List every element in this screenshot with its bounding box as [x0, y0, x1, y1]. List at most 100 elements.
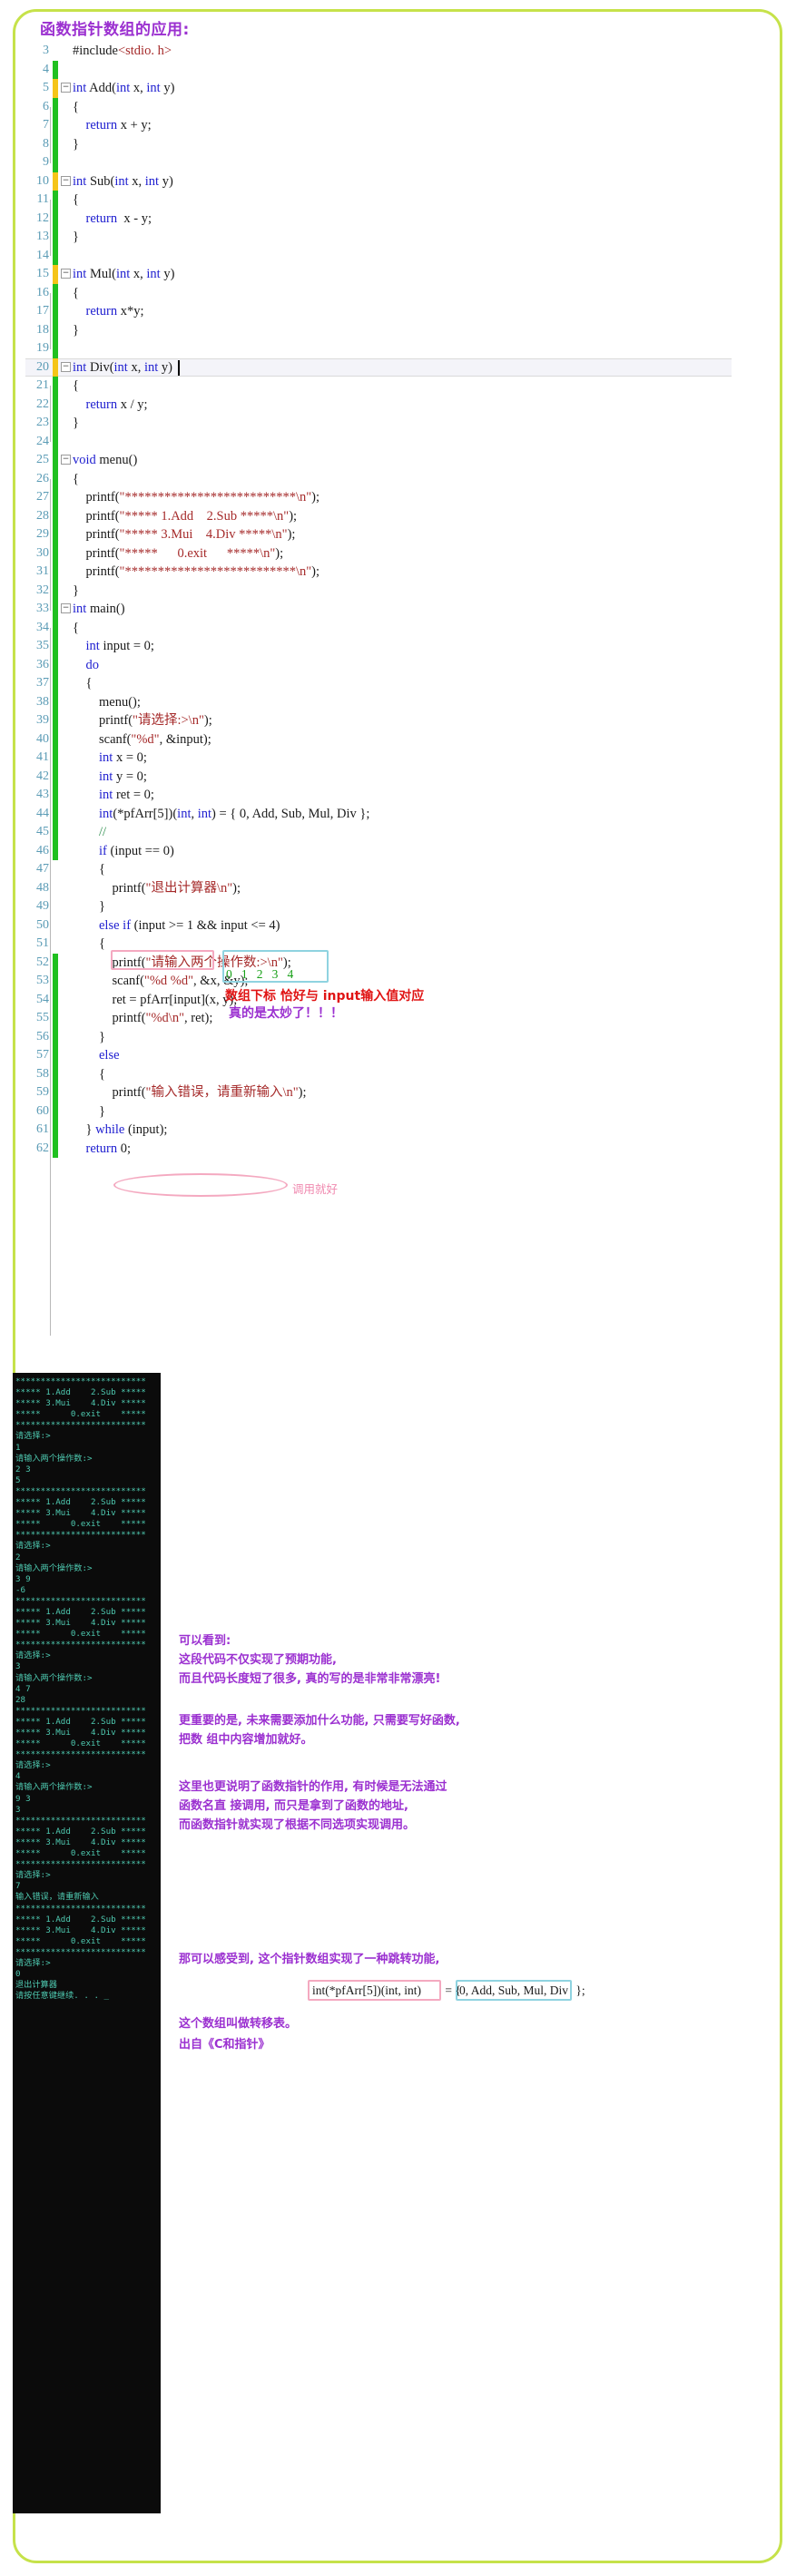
- line-number: 50: [36, 917, 49, 932]
- text-cursor: [178, 359, 180, 376]
- change-indicator-bar: [53, 377, 58, 396]
- code-line[interactable]: 7 return x + y;: [25, 116, 779, 135]
- code-line[interactable]: 55 printf("%d\n", ret);: [25, 1009, 779, 1028]
- code-line[interactable]: 58 {: [25, 1064, 779, 1083]
- console-line: **************************: [15, 1903, 146, 1914]
- code-text: {: [73, 471, 79, 486]
- code-line[interactable]: 20 − int Div(int x, int y): [25, 358, 779, 377]
- code-line[interactable]: 22 return x / y;: [25, 395, 779, 414]
- code-line[interactable]: 14: [25, 246, 779, 265]
- code-line[interactable]: 8}: [25, 134, 779, 153]
- code-line[interactable]: 3 #include<stdio. h>: [25, 42, 779, 61]
- change-indicator-bar: [53, 525, 58, 544]
- code-line[interactable]: 46 if (input == 0): [25, 841, 779, 860]
- code-line[interactable]: 11 {: [25, 191, 779, 210]
- code-line[interactable]: 40 scanf("%d", &input);: [25, 730, 779, 749]
- code-line[interactable]: 59 printf("输入错误，请重新输入\n");: [25, 1083, 779, 1102]
- change-indicator-bar: [53, 655, 58, 674]
- code-line[interactable]: 49 }: [25, 897, 779, 916]
- change-indicator-bar: [53, 730, 58, 749]
- page-title: 函数指针数组的应用:: [40, 21, 190, 39]
- note-just-call: 调用就好: [292, 1182, 339, 1196]
- code-line[interactable]: 45 //: [25, 823, 779, 842]
- code-line[interactable]: 39 printf("请选择:>\n");: [25, 711, 779, 730]
- code-line[interactable]: 23}: [25, 414, 779, 433]
- change-indicator-bar: [53, 432, 58, 451]
- console-line: ***** 1.Add 2.Sub *****: [15, 1387, 146, 1398]
- code-line[interactable]: 5 − int Add(int x, int y): [25, 79, 779, 98]
- code-line[interactable]: 31 printf("**************************\n"…: [25, 563, 779, 582]
- code-line[interactable]: 26 {: [25, 469, 779, 488]
- code-line[interactable]: 43 int ret = 0;: [25, 786, 779, 805]
- code-line[interactable]: 38 menu();: [25, 692, 779, 711]
- commentary-line-1: 可以看到:: [179, 1634, 231, 1648]
- line-number: 5: [43, 81, 49, 94]
- code-line[interactable]: 41 int x = 0;: [25, 749, 779, 768]
- code-line[interactable]: 16 {: [25, 283, 779, 302]
- code-line[interactable]: 62 return 0;: [25, 1139, 779, 1158]
- code-line[interactable]: 50 else if (input >= 1 && input <= 4): [25, 916, 779, 935]
- code-line[interactable]: 52 printf("请输入两个操作数:>\n");: [25, 953, 779, 972]
- console-line: **************************: [15, 1946, 146, 1957]
- fold-toggle-icon[interactable]: −: [61, 455, 71, 465]
- code-text: {: [73, 620, 79, 635]
- code-line[interactable]: 36 do: [25, 655, 779, 674]
- fold-toggle-icon[interactable]: −: [61, 361, 71, 372]
- code-line[interactable]: 10 − int Sub(int x, int y): [25, 171, 779, 191]
- code-line[interactable]: 56 }: [25, 1027, 779, 1046]
- code-line[interactable]: 18}: [25, 320, 779, 339]
- code-line[interactable]: 29 printf("***** 3.Mui 4.Div *****\n");: [25, 525, 779, 544]
- code-line[interactable]: 19: [25, 339, 779, 358]
- code-line[interactable]: 15 − int Mul(int x, int y): [25, 265, 779, 284]
- code-line[interactable]: 13}: [25, 228, 779, 247]
- code-line[interactable]: 25 − void menu(): [25, 451, 779, 470]
- code-line[interactable]: 9: [25, 153, 779, 172]
- code-line[interactable]: 44 int(*pfArr[5])(int, int) = { 0, Add, …: [25, 804, 779, 823]
- code-text: int y = 0;: [99, 769, 147, 784]
- console-line: **************************: [15, 1815, 146, 1826]
- code-line[interactable]: 27 printf("**************************\n"…: [25, 488, 779, 507]
- line-number: 37: [36, 676, 49, 690]
- console-line: 3: [15, 1804, 21, 1815]
- code-line[interactable]: 35 int input = 0;: [25, 637, 779, 656]
- code-line[interactable]: 24: [25, 432, 779, 451]
- code-text: else: [99, 1048, 120, 1063]
- fold-toggle-icon[interactable]: −: [61, 83, 71, 93]
- code-line[interactable]: 6{: [25, 97, 779, 116]
- console-line: 输入错误，请重新输入: [15, 1892, 99, 1903]
- code-line[interactable]: 17 return x*y;: [25, 302, 779, 321]
- console-line: 退出计算器: [15, 1980, 57, 1991]
- code-line[interactable]: 47 {: [25, 860, 779, 879]
- code-line[interactable]: 12 return x - y;: [25, 209, 779, 228]
- code-line[interactable]: 32}: [25, 581, 779, 600]
- console-line: 9 3: [15, 1793, 31, 1804]
- fold-toggle-icon[interactable]: −: [61, 603, 71, 613]
- fold-guide-line-menu: [50, 479, 51, 611]
- code-line[interactable]: 42 int y = 0;: [25, 767, 779, 786]
- console-line: 2 3: [15, 1464, 31, 1474]
- change-indicator-bar: [53, 320, 58, 339]
- code-text: printf("**************************\n");: [73, 490, 320, 504]
- commentary-line-9: 那可以感受到, 这个指针数组实现了一种跳转功能,: [179, 1953, 440, 1966]
- code-line[interactable]: 21 {: [25, 377, 779, 396]
- code-text: //: [99, 825, 107, 839]
- change-indicator-bar: [53, 916, 58, 935]
- fold-toggle-icon[interactable]: −: [61, 269, 71, 279]
- code-line[interactable]: 48 printf("退出计算器\n");: [25, 879, 779, 898]
- code-line[interactable]: 37 {: [25, 674, 779, 693]
- code-line[interactable]: 61 } while (input);: [25, 1121, 779, 1140]
- change-indicator-bar: [53, 79, 58, 98]
- line-number: 25: [36, 453, 49, 466]
- code-line[interactable]: 28 printf("***** 1.Add 2.Sub *****\n");: [25, 506, 779, 525]
- snippet-declaration: int(*pfArr[5])(int, int): [312, 1983, 421, 1997]
- code-line[interactable]: 33 − int main(): [25, 600, 779, 619]
- code-line[interactable]: 34 {: [25, 618, 779, 637]
- code-line[interactable]: 30 printf("***** 0.exit *****\n");: [25, 544, 779, 563]
- console-line: **************************: [15, 1595, 146, 1606]
- console-line: 请选择:>: [15, 1870, 51, 1881]
- code-line[interactable]: 4: [25, 60, 779, 79]
- fold-toggle-icon[interactable]: −: [61, 175, 71, 186]
- code-line[interactable]: 57 else: [25, 1046, 779, 1065]
- code-line[interactable]: 60 }: [25, 1102, 779, 1121]
- code-line[interactable]: 51 {: [25, 935, 779, 954]
